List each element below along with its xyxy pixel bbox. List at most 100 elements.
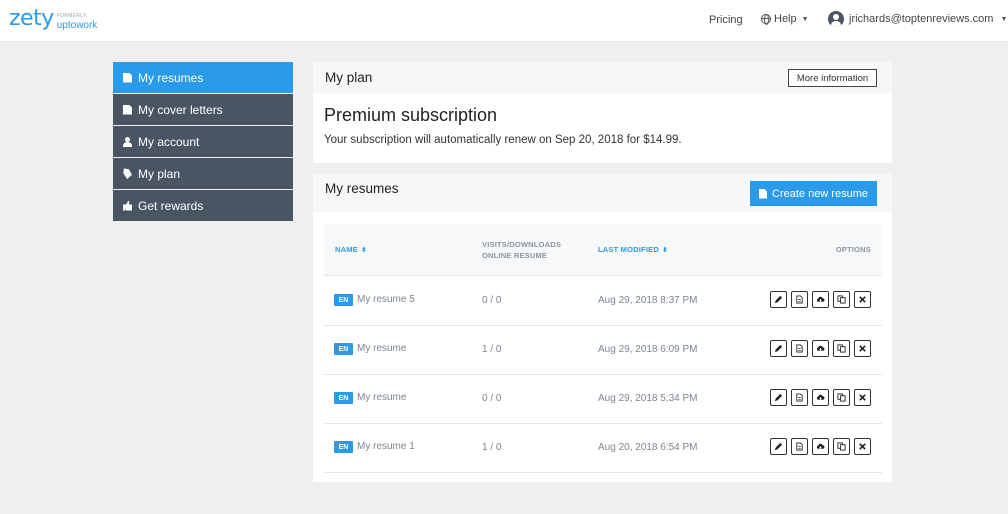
table-row: EN My resume 1 1 / 0 Aug 20, 2018 6:54 PM [324,424,882,473]
edit-icon [774,344,783,353]
pdf-icon [795,393,804,402]
sort-icon: ⬍ [360,247,367,254]
resume-name-link[interactable]: My resume 1 [357,441,415,452]
create-new-resume-label: Create new resume [772,187,868,200]
cloud-download-button[interactable] [812,389,829,406]
delete-icon [858,295,867,304]
tag-icon [122,168,133,179]
resumes-card-title: My resumes [325,181,399,196]
cloud-download-icon [816,393,825,402]
column-header-visits-line1: VISITS/DOWNLOADS [482,240,562,249]
column-header-last-modified[interactable]: LAST MODIFIED ⬍ [598,245,668,254]
pdf-icon [795,295,804,304]
pdf-button[interactable] [791,291,808,308]
delete-button[interactable] [854,438,871,455]
visits-downloads-count: 0 / 0 [482,295,502,306]
sidebar: My resumes My cover letters My account M… [113,62,293,222]
table-row: EN My resume 5 0 / 0 Aug 29, 2018 8:37 PM [324,277,882,326]
duplicate-icon [837,442,846,451]
cloud-download-button[interactable] [812,291,829,308]
top-navbar: zety FORMERLY uptowork Pricing Help ▼ jr… [0,0,1008,42]
pdf-button[interactable] [791,340,808,357]
row-actions [770,389,871,406]
duplicate-icon [837,393,846,402]
delete-icon [858,393,867,402]
resumes-table-header: NAME ⬍ VISITS/DOWNLOADS ONLINE RESUME LAST… [324,224,882,276]
table-row: EN My resume 0 / 0 Aug 29, 2018 5:34 PM [324,375,882,424]
duplicate-button[interactable] [833,438,850,455]
more-information-button[interactable]: More information [788,69,877,87]
cloud-download-icon [816,295,825,304]
sidebar-item-my-account[interactable]: My account [113,126,293,157]
duplicate-button[interactable] [833,389,850,406]
sort-icon: ⬍ [661,247,669,254]
subscription-renewal-text: Your subscription will automatically ren… [324,134,682,146]
sidebar-item-label: Get rewards [138,198,204,213]
cloud-download-button[interactable] [812,340,829,357]
pdf-button[interactable] [791,389,808,406]
user-avatar-icon [828,11,844,27]
last-modified-date: Aug 20, 2018 6:54 PM [598,442,698,453]
column-header-name[interactable]: NAME ⬍ [335,245,367,254]
subscription-title: Premium subscription [324,105,498,125]
user-email: jrichards@toptenreviews.com [849,13,994,25]
edit-icon [774,442,783,451]
edit-button[interactable] [770,340,787,357]
logo-subtext: FORMERLY uptowork [56,12,98,31]
edit-icon [774,295,783,304]
help-label: Help [774,13,797,25]
sidebar-item-label: My resumes [138,70,204,85]
edit-button[interactable] [770,389,787,406]
pdf-icon [795,442,804,451]
row-actions [770,340,871,357]
delete-button[interactable] [854,389,871,406]
sidebar-item-my-cover-letters[interactable]: My cover letters [113,94,293,125]
duplicate-button[interactable] [833,340,850,357]
language-badge: EN [334,392,353,404]
column-header-options: OPTIONS [835,245,871,254]
visits-downloads-count: 1 / 0 [482,344,502,355]
duplicate-button[interactable] [833,291,850,308]
cloud-download-button[interactable] [812,438,829,455]
user-icon [123,136,132,147]
sidebar-item-my-resumes[interactable]: My resumes [113,62,293,93]
cloud-download-icon [816,344,825,353]
sidebar-item-label: My plan [138,166,181,181]
plan-card: My plan More information Premium subscri… [313,62,892,163]
sidebar-item-label: My account [138,134,200,149]
plan-card-title: My plan [325,70,373,85]
delete-icon [858,344,867,353]
edit-button[interactable] [770,291,787,308]
zety-logo[interactable]: zety FORMERLY uptowork [9,8,98,31]
last-modified-date: Aug 29, 2018 8:37 PM [598,295,698,306]
resume-name-link[interactable]: My resume [357,392,406,403]
edit-button[interactable] [770,438,787,455]
sidebar-item-my-plan[interactable]: My plan [113,158,293,189]
resume-name-link[interactable]: My resume [357,343,406,354]
resumes-card: My resumes Create new resume NAME ⬍ VISIT… [313,174,892,482]
pdf-button[interactable] [791,438,808,455]
document-icon [123,104,132,115]
delete-button[interactable] [854,291,871,308]
cloud-download-icon [816,442,825,451]
column-header-last-modified-label: LAST MODIFIED [598,245,659,254]
delete-button[interactable] [854,340,871,357]
visits-downloads-count: 0 / 0 [482,393,502,404]
sidebar-item-get-rewards[interactable]: Get rewards [113,190,293,221]
row-actions [770,291,871,308]
duplicate-icon [837,295,846,304]
plan-card-header: My plan More information [313,62,892,93]
column-header-visits: VISITS/DOWNLOADS ONLINE RESUME [482,239,572,261]
thumbs-up-icon [123,200,132,211]
help-menu[interactable]: Help ▼ [761,13,809,25]
caret-down-icon: ▼ [801,15,809,23]
create-new-resume-button[interactable]: Create new resume [750,181,877,206]
sidebar-item-label: My cover letters [138,102,223,117]
logo-brand: uptowork [56,20,98,31]
pricing-link[interactable]: Pricing [709,14,743,26]
column-header-name-label: NAME [335,245,358,254]
user-menu[interactable]: jrichards@toptenreviews.com ▼ [828,11,1007,27]
row-actions [770,438,871,455]
resume-name-link[interactable]: My resume 5 [357,294,415,305]
document-icon [123,72,132,83]
